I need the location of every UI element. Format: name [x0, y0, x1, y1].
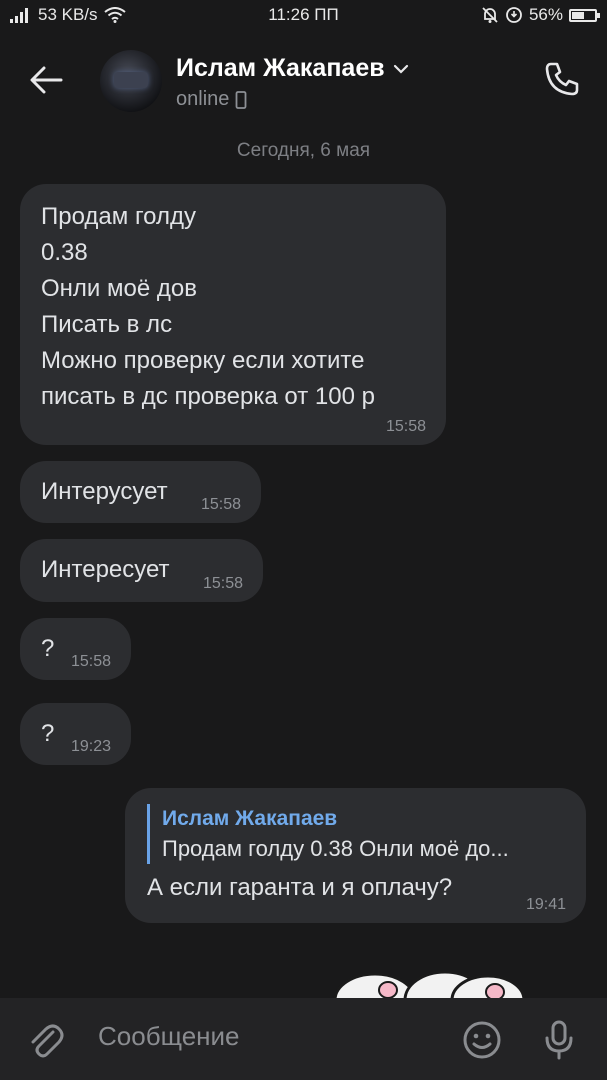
- emoji-icon: [463, 1021, 501, 1059]
- chevron-down-icon: [393, 64, 408, 74]
- microphone-icon: [545, 1020, 573, 1060]
- paperclip-icon: [31, 1024, 64, 1058]
- date-separator: Сегодня, 6 мая: [236, 140, 371, 161]
- message-bubble[interactable]: Интересует 15:58: [20, 539, 263, 602]
- microphone-button[interactable]: [537, 1018, 581, 1062]
- message-text: Продам голду 0.38 Онли моё дов Писать в …: [41, 203, 375, 410]
- contact-name[interactable]: Ислам Жакапаев: [176, 54, 409, 83]
- reply-quote[interactable]: Ислам Жакапаев Продам голду 0.38 Онли мо…: [147, 804, 568, 864]
- message-input-bar: [0, 998, 607, 1080]
- reply-author: Ислам Жакапаев: [162, 807, 338, 830]
- contact-status: online: [176, 88, 247, 111]
- call-button[interactable]: [539, 56, 585, 102]
- data-saver-icon: [506, 7, 522, 23]
- back-button[interactable]: [22, 56, 70, 104]
- outgoing-message-bubble[interactable]: Ислам Жакапаев Продам голду 0.38 Онли мо…: [125, 788, 586, 923]
- mute-bell-icon: [482, 7, 498, 23]
- chat-header: Ислам Жакапаев online: [0, 32, 607, 128]
- message-bubble[interactable]: ? 15:58: [20, 618, 131, 680]
- status-right: 56%: [481, 5, 600, 25]
- mobile-icon: [235, 90, 247, 109]
- message-text: А если гаранта и я оплачу?: [147, 874, 453, 901]
- battery-icon: [569, 8, 600, 22]
- status-bar: 53 KB/s 11:26 ПП 56%: [0, 0, 607, 32]
- message-time: 15:58: [202, 575, 243, 592]
- emoji-button[interactable]: [460, 1018, 504, 1062]
- message-time: 19:41: [525, 896, 566, 913]
- back-arrow-icon: [30, 66, 63, 94]
- message-time: 15:58: [200, 496, 241, 513]
- reply-text: Продам голду 0.38 Онли моё до...: [162, 836, 509, 861]
- message-time: 19:23: [70, 738, 111, 755]
- message-time: 15:58: [385, 418, 426, 435]
- attach-button[interactable]: [24, 1018, 68, 1062]
- message-bubble[interactable]: ? 19:23: [20, 703, 131, 765]
- message-bubble[interactable]: Интерусует 15:58: [20, 461, 261, 523]
- message-time: 15:58: [70, 653, 111, 670]
- avatar[interactable]: [100, 50, 162, 112]
- contact-name-text: Ислам Жакапаев: [176, 54, 385, 82]
- message-input[interactable]: [96, 1020, 440, 1053]
- contact-status-text: online: [176, 88, 230, 110]
- phone-icon: [545, 62, 579, 96]
- battery-percent: 56%: [528, 5, 563, 24]
- sticker-image[interactable]: [330, 960, 540, 1000]
- message-bubble[interactable]: Продам голду 0.38 Онли моё дов Писать в …: [20, 184, 446, 445]
